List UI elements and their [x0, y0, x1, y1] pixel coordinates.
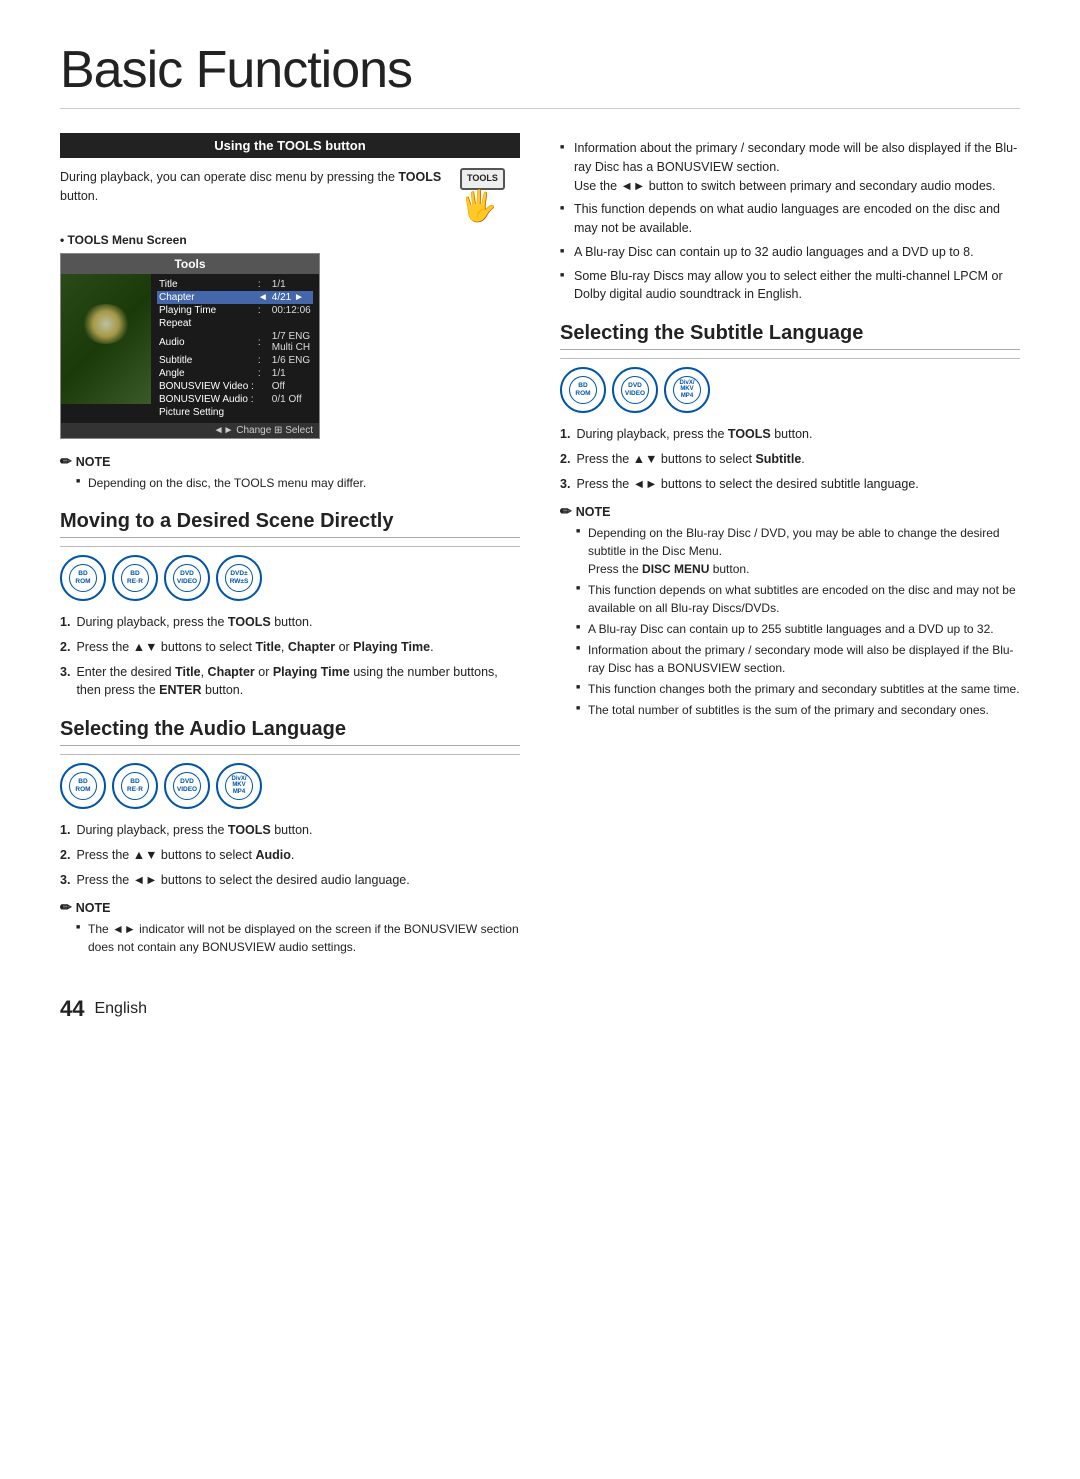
tools-note-list: Depending on the disc, the TOOLS menu ma…	[60, 474, 520, 492]
subtitle-section-heading: Selecting the Subtitle Language	[560, 322, 1020, 350]
subtitle-steps: 1.During playback, press the TOOLS butto…	[560, 425, 1020, 493]
tools-menu-label: • TOOLS Menu Screen	[60, 233, 520, 247]
table-row: Angle:1/1	[157, 367, 313, 380]
list-item: Some Blu-ray Discs may allow you to sele…	[560, 267, 1020, 305]
tools-section-header: Using the TOOLS button	[60, 133, 520, 158]
tools-intro-text: During playback, you can operate disc me…	[60, 170, 398, 184]
tools-btn-icon: TOOLS	[460, 168, 505, 190]
list-item: Depending on the disc, the TOOLS menu ma…	[76, 474, 520, 492]
pencil-icon-audio: ✏	[60, 899, 72, 916]
tools-intro-end: button.	[60, 189, 98, 203]
table-row: BONUSVIEW Audio :0/1 Off	[157, 393, 313, 406]
badge-bd-rom: BDROM	[60, 555, 106, 601]
table-row: Audio:1/7 ENG Multi CH	[157, 330, 313, 354]
pencil-icon: ✏	[60, 453, 72, 470]
table-row: BONUSVIEW Video :Off	[157, 380, 313, 393]
list-item: This function depends on what audio lang…	[560, 200, 1020, 238]
tools-screen-body: Title:1/1 Chapter◄4/21 ► Playing Time:00…	[61, 274, 319, 423]
tools-note: ✏ NOTE Depending on the disc, the TOOLS …	[60, 453, 520, 492]
audio-right-bullets: Information about the primary / secondar…	[560, 139, 1020, 304]
pencil-icon-subtitle: ✏	[560, 503, 572, 520]
subtitle-badges: BDROM DVDVIDEO DivX/MKVMP4	[560, 367, 1020, 413]
subtitle-note-label: ✏ NOTE	[560, 503, 1020, 520]
list-item: Information about the primary / secondar…	[560, 139, 1020, 195]
badge-bd-rom-audio: BDROM	[60, 763, 106, 809]
badge-dvd-video: DVDVIDEO	[164, 555, 210, 601]
list-item: The total number of subtitles is the sum…	[576, 701, 1020, 719]
moving-badges: BDROM BDRE·R DVDVIDEO DVD±RW±S	[60, 555, 520, 601]
badge-dvd-video-audio: DVDVIDEO	[164, 763, 210, 809]
list-item: 2.Press the ▲▼ buttons to select Subtitl…	[560, 450, 1020, 469]
tools-screen-image	[61, 274, 151, 404]
list-item: 1.During playback, press the TOOLS butto…	[60, 821, 520, 840]
tools-screen-footer: ◄► Change ⊞ Select	[61, 423, 319, 438]
tools-menu-screen: Tools Title:1/1 Chapter◄4/21 ► Playing T…	[60, 253, 320, 439]
list-item: Depending on the Blu-ray Disc / DVD, you…	[576, 524, 1020, 578]
list-item: 2.Press the ▲▼ buttons to select Audio.	[60, 846, 520, 865]
list-item: 2.Press the ▲▼ buttons to select Title, …	[60, 638, 520, 657]
table-row: Title:1/1	[157, 278, 313, 291]
tools-button-image: TOOLS 🖐	[460, 168, 520, 223]
audio-section-heading: Selecting the Audio Language	[60, 718, 520, 746]
subtitle-note: ✏ NOTE Depending on the Blu-ray Disc / D…	[560, 503, 1020, 719]
tools-note-label: ✏ NOTE	[60, 453, 520, 470]
badge-bd-re-r: BDRE·R	[112, 555, 158, 601]
page-number: 44 English	[60, 996, 520, 1022]
page-title: Basic Functions	[60, 40, 1020, 109]
audio-note: ✏ NOTE The ◄► indicator will not be disp…	[60, 899, 520, 956]
badge-divx-mp4-subtitle: DivX/MKVMP4	[664, 367, 710, 413]
list-item: A Blu-ray Disc can contain up to 32 audi…	[560, 243, 1020, 262]
subtitle-note-list: Depending on the Blu-ray Disc / DVD, you…	[560, 524, 1020, 719]
list-item: 1.During playback, press the TOOLS butto…	[560, 425, 1020, 444]
list-item: 1.During playback, press the TOOLS butto…	[60, 613, 520, 632]
tools-screen-title: Tools	[61, 254, 319, 274]
moving-section-heading: Moving to a Desired Scene Directly	[60, 510, 520, 538]
table-row: Subtitle:1/6 ENG	[157, 354, 313, 367]
audio-note-list: The ◄► indicator will not be displayed o…	[60, 920, 520, 956]
tools-intro: During playback, you can operate disc me…	[60, 168, 520, 223]
badge-dvd-video-subtitle: DVDVIDEO	[612, 367, 658, 413]
left-column: Using the TOOLS button During playback, …	[60, 133, 520, 1022]
audio-badges: BDROM BDRE·R DVDVIDEO DivX/MKVMP4	[60, 763, 520, 809]
list-item: 3.Press the ◄► buttons to select the des…	[60, 871, 520, 890]
list-item: The ◄► indicator will not be displayed o…	[76, 920, 520, 956]
tools-bold: TOOLS	[398, 170, 441, 184]
moving-steps: 1.During playback, press the TOOLS butto…	[60, 613, 520, 700]
badge-dvd-rw: DVD±RW±S	[216, 555, 262, 601]
tools-hand-icon: 🖐	[460, 192, 520, 222]
tools-screen-table: Title:1/1 Chapter◄4/21 ► Playing Time:00…	[151, 274, 319, 423]
list-item: A Blu-ray Disc can contain up to 255 sub…	[576, 620, 1020, 638]
table-row: Playing Time:00:12:06	[157, 304, 313, 317]
table-row: Chapter◄4/21 ►	[157, 291, 313, 304]
table-row: Repeat	[157, 317, 313, 330]
audio-steps: 1.During playback, press the TOOLS butto…	[60, 821, 520, 889]
right-column: Information about the primary / secondar…	[560, 133, 1020, 1022]
list-item: This function depends on what subtitles …	[576, 581, 1020, 617]
audio-note-label: ✏ NOTE	[60, 899, 520, 916]
badge-divx-mp4-audio: DivX/MKVMP4	[216, 763, 262, 809]
badge-bd-re-r-audio: BDRE·R	[112, 763, 158, 809]
badge-bd-rom-subtitle: BDROM	[560, 367, 606, 413]
list-item: This function changes both the primary a…	[576, 680, 1020, 698]
table-row: Picture Setting	[157, 406, 313, 419]
list-item: 3.Press the ◄► buttons to select the des…	[560, 475, 1020, 494]
list-item: 3.Enter the desired Title, Chapter or Pl…	[60, 663, 520, 701]
list-item: Information about the primary / secondar…	[576, 641, 1020, 677]
